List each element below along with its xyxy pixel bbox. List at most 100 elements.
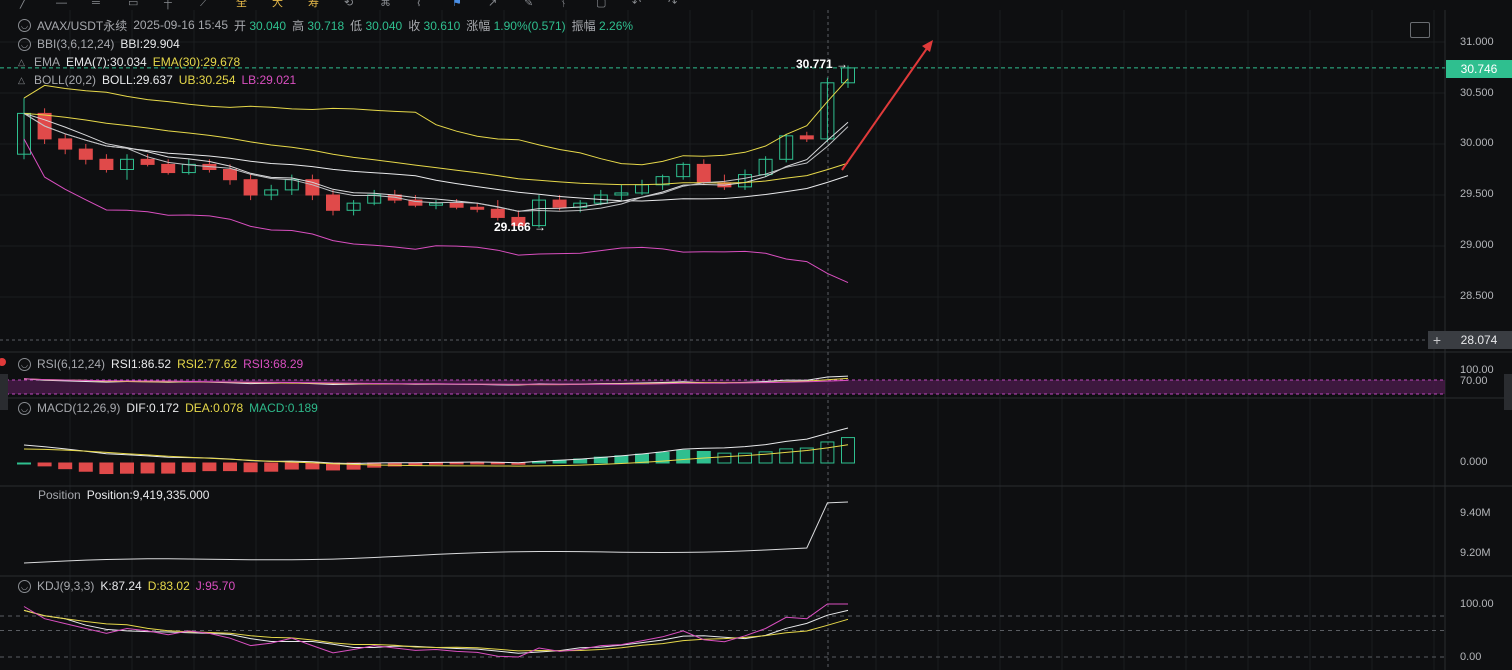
fib-icon[interactable]: ⟲	[344, 0, 358, 10]
macd-bar	[490, 462, 505, 465]
high-value: 30.718	[307, 18, 345, 33]
right-pane-handle[interactable]	[1504, 374, 1512, 410]
visibility-icon[interactable]: ◡	[18, 37, 31, 51]
line-icon[interactable]: ═	[92, 0, 106, 10]
high-label: 高	[292, 18, 305, 33]
low-label: 低	[350, 18, 363, 33]
candle-body	[140, 158, 155, 165]
rsi-axis-label: 70.00	[1460, 375, 1488, 387]
macd-bar	[305, 462, 320, 470]
open-label: 开	[234, 18, 247, 33]
undo-icon[interactable]: ↶	[632, 0, 646, 10]
quan-icon[interactable]: 全	[236, 0, 250, 10]
kdj-k-line	[23, 609, 849, 654]
macd-bar	[841, 437, 855, 464]
cursor-price-tag: 28.074	[1446, 331, 1512, 349]
flag-icon[interactable]: ⚑	[452, 0, 466, 10]
visibility-icon[interactable]: ◡	[18, 18, 31, 32]
candle-body	[696, 163, 711, 184]
candle-body	[326, 194, 340, 211]
chart-canvas[interactable]	[0, 0, 1512, 670]
macd-bar	[78, 462, 93, 472]
left-pane-handle[interactable]	[0, 374, 8, 410]
candle-body	[223, 169, 237, 181]
rsi-name: RSI(6,12,24)	[37, 357, 106, 371]
visibility-icon[interactable]: ◡	[18, 401, 31, 415]
price-axis-label: 29.000	[1460, 239, 1494, 251]
macd-dif-line	[23, 427, 849, 465]
da-icon[interactable]: 大	[272, 0, 286, 10]
d-value: D:83.02	[147, 579, 190, 593]
ema30-value: EMA(30):29.678	[152, 55, 241, 69]
macd-bar	[676, 449, 691, 464]
brush-icon[interactable]: ⌇	[416, 0, 430, 10]
lock-icon[interactable]: ▢	[596, 0, 610, 10]
macd-bar	[738, 452, 752, 464]
fullscreen-icon[interactable]	[1410, 22, 1430, 38]
visibility-icon[interactable]: ◡	[18, 579, 31, 593]
square-icon[interactable]: ▭	[128, 0, 142, 10]
candle-body	[552, 199, 567, 208]
boll-legend: △ BOLL(20,2) BOLL:29.637 UB:30.254 LB:29…	[18, 72, 296, 88]
j-value: J:95.70	[195, 579, 236, 593]
position-legend: Position Position:9,419,335.000	[38, 487, 209, 503]
candle-body	[243, 179, 258, 196]
candle-body	[470, 206, 485, 210]
symbol-label: AVAX/USDT永续	[37, 18, 128, 33]
kdj-axis-label: 0.00	[1460, 651, 1482, 663]
open-value: 30.040	[249, 18, 287, 33]
boll-mid-value: BOLL:29.637	[102, 73, 173, 87]
amp-label: 振幅	[571, 18, 596, 33]
redo-icon[interactable]: ↷	[668, 0, 682, 10]
add-alert-icon[interactable]: +	[1428, 331, 1446, 349]
cursor-icon[interactable]: ↗	[488, 0, 502, 10]
ema-legend: △ EMA EMA(7):30.034 EMA(30):29.678	[18, 54, 240, 70]
fan-icon[interactable]: ⌘	[380, 0, 394, 10]
bbi-legend: ◡ BBI(3,6,12,24) BBI:29.904	[18, 36, 180, 52]
macd-bar	[181, 462, 196, 473]
macd-bar	[37, 462, 52, 467]
macd-bar	[161, 462, 176, 474]
price-axis-label: 30.500	[1460, 87, 1494, 99]
macd-bar	[264, 462, 279, 472]
macd-bar	[120, 462, 134, 474]
candle-body	[58, 138, 73, 150]
visibility-icon[interactable]: ◡	[18, 357, 31, 371]
candle-body	[490, 208, 505, 218]
pen-icon[interactable]: ✎	[524, 0, 538, 10]
current-price-tag: 30.746	[1446, 60, 1512, 78]
kdj-axis-label: 100.00	[1460, 598, 1494, 610]
text-icon[interactable]: ᚾ	[560, 0, 574, 10]
boll-name: BOLL(20,2)	[34, 73, 97, 87]
macd-bar	[99, 462, 114, 475]
bell-icon[interactable]: △	[18, 75, 28, 85]
macd-axis-label: 0.000	[1460, 456, 1488, 468]
minus-icon[interactable]: —	[56, 0, 70, 10]
measure-icon[interactable]: ┼	[164, 0, 178, 10]
macd-bar	[284, 462, 299, 470]
dif-value: DIF:0.172	[126, 401, 180, 415]
macd-bar	[223, 462, 237, 472]
macd-bar	[140, 462, 155, 474]
ohlc-header: ◡ AVAX/USDT永续 2025-09-16 15:45 开 30.040 …	[18, 17, 633, 33]
macd-legend: ◡ MACD(12,26,9) DIF:0.172 DEA:0.078 MACD…	[18, 400, 318, 416]
macd-bar	[449, 462, 464, 465]
pencil-icon[interactable]: ╱	[20, 0, 34, 10]
low-value: 30.040	[365, 18, 403, 33]
datetime-label: 2025-09-16 15:45	[133, 18, 228, 32]
alert-dot	[0, 358, 6, 366]
macd-bar	[820, 441, 835, 464]
bell-icon[interactable]: △	[18, 57, 28, 67]
position-name: Position	[38, 488, 81, 502]
close-label: 收	[408, 18, 421, 33]
candle-body	[449, 202, 464, 208]
macd-bar	[202, 462, 217, 472]
high-marker: 30.771 →	[796, 57, 849, 71]
shou-icon[interactable]: 寿	[308, 0, 322, 10]
close-value: 30.610	[423, 18, 461, 33]
trend-icon[interactable]: ⟋	[200, 0, 214, 10]
dea-value: DEA:0.078	[185, 401, 244, 415]
candle-body	[161, 163, 176, 174]
bbi-value: BBI:29.904	[120, 37, 180, 51]
boll-lb-value: LB:29.021	[241, 73, 297, 87]
